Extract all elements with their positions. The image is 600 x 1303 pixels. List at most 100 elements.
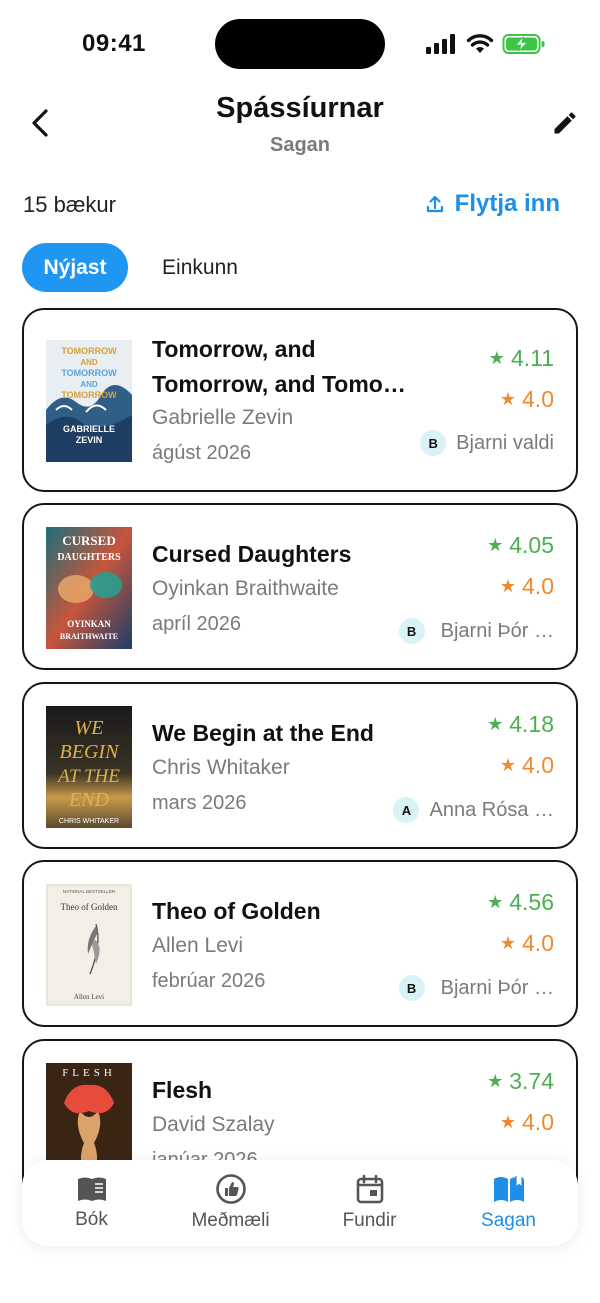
tab-label: Meðmæli	[191, 1210, 270, 1231]
club-rating: ★ 4.0	[500, 752, 554, 779]
edit-button[interactable]	[548, 106, 582, 140]
signal-icon	[426, 34, 455, 54]
chosen-by: B Bjarni valdi	[420, 430, 554, 456]
rating-value: 4.11	[510, 345, 554, 371]
status-icons	[426, 31, 546, 57]
book-title: Tomorrow, and Tomorrow, and Tomo…	[152, 336, 406, 397]
book-cover-image: WE BEGIN AT THE END CHRIS WHITAKER	[46, 706, 132, 828]
book-title: We Begin at the End	[152, 720, 374, 746]
tab-book[interactable]: Bók	[32, 1175, 152, 1231]
dynamic-island	[215, 19, 385, 69]
star-icon: ★	[488, 348, 505, 368]
star-icon: ★	[487, 535, 504, 555]
book-card[interactable]: WE BEGIN AT THE END CHRIS WHITAKER We Be…	[22, 682, 578, 849]
club-rating: ★ 4.0	[500, 930, 554, 957]
club-rating: ★ 4.0	[500, 1109, 554, 1136]
cover-line: CHRIS WHITAKER	[59, 818, 119, 825]
book-icon	[77, 1177, 106, 1201]
cover-line: AT THE	[56, 766, 120, 787]
book-card[interactable]: TOMORROW AND TOMORROW AND TOMORROW GABRI…	[22, 308, 578, 492]
chosen-by: B Bjarni Þór …	[398, 975, 554, 1001]
rating-value: 4.0	[522, 573, 554, 599]
avatar: B	[420, 430, 447, 456]
status-time: 09:41	[82, 30, 146, 57]
rating-value: 4.18	[509, 711, 554, 737]
star-icon: ★	[499, 933, 517, 953]
book-date: ágúst 2026	[152, 442, 251, 464]
tab-history[interactable]: Sagan	[449, 1174, 569, 1232]
community-rating: ★ 4.05	[487, 532, 554, 559]
star-icon: ★	[487, 1071, 504, 1091]
tab-meetings[interactable]: Fundir	[310, 1174, 430, 1232]
wifi-icon	[466, 34, 494, 53]
calendar-icon	[356, 1174, 383, 1204]
book-cover-image: TOMORROW AND TOMORROW AND TOMORROW GABRI…	[46, 340, 132, 462]
cover-line: BRAITHWAITE	[60, 632, 118, 641]
community-rating: ★ 4.18	[487, 711, 554, 738]
tab-bar: Bók Meðmæli Fundir Sagan	[22, 1160, 578, 1246]
avatar: A	[393, 797, 420, 823]
page-title: Spássíurnar	[216, 92, 384, 124]
cover-line: TOMORROW	[61, 390, 117, 400]
rating-value: 4.0	[522, 386, 554, 412]
book-author: Gabrielle Zevin	[152, 406, 294, 429]
book-title: Cursed Daughters	[152, 541, 352, 567]
screen: 09:41 Spássíurnar Sagan 15 bækur Flytja …	[0, 0, 600, 1303]
book-author: David Szalay	[152, 1113, 275, 1136]
star-icon: ★	[487, 714, 504, 734]
book-author: Allen Levi	[152, 934, 244, 957]
cover-line: NATIONAL BESTSELLER	[63, 889, 116, 894]
open-book-icon	[493, 1176, 524, 1202]
rating-value: 3.74	[509, 1068, 554, 1094]
club-rating: ★ 4.0	[500, 386, 554, 413]
book-card[interactable]: NATIONAL BESTSELLER Theo of Golden Allen…	[22, 860, 578, 1027]
rating-value: 4.0	[522, 752, 554, 778]
cover-line: Allen Levi	[74, 993, 104, 1001]
cover-line: GABRIELLE	[63, 424, 115, 434]
star-icon: ★	[499, 389, 517, 409]
book-card[interactable]: CURSED DAUGHTERS OYINKAN BRAITHWAITE Cur…	[22, 503, 578, 670]
cover-line: TOMORROW	[61, 368, 117, 378]
rating-value: 4.56	[509, 889, 554, 915]
cover-line: AND	[80, 358, 98, 367]
book-date: apríl 2026	[152, 613, 241, 635]
import-label: Flytja inn	[454, 190, 560, 217]
tab-label: Bók	[75, 1209, 108, 1230]
tab-label: Fundir	[342, 1210, 397, 1231]
avatar: B	[398, 618, 425, 644]
cover-line: CURSED	[62, 533, 115, 548]
battery-charging-icon	[502, 34, 545, 54]
book-author: Chris Whitaker	[152, 756, 290, 779]
import-button[interactable]: Flytja inn	[425, 190, 560, 218]
book-cover-image: NATIONAL BESTSELLER Theo of Golden Allen…	[46, 884, 132, 1006]
star-icon: ★	[499, 1112, 517, 1132]
tab-recommendations[interactable]: Meðmæli	[171, 1174, 291, 1232]
page-subtitle: Sagan	[269, 134, 331, 156]
rating-value: 4.05	[509, 532, 554, 558]
star-icon: ★	[499, 755, 517, 775]
sort-newest-button[interactable]: Nýjast	[22, 243, 128, 292]
tab-label: Sagan	[481, 1210, 536, 1231]
community-rating: ★ 4.11	[489, 345, 554, 372]
rating-value: 4.0	[522, 930, 554, 956]
cover-line: WE	[75, 717, 104, 739]
chooser-name: Bjarni Þór …	[440, 976, 554, 999]
cover-line: DAUGHTERS	[57, 552, 121, 563]
chooser-name: Anna Rósa …	[429, 798, 554, 821]
book-date: febrúar 2026	[152, 970, 266, 992]
upload-icon	[426, 195, 443, 213]
cover-line: END	[68, 789, 110, 811]
avatar: B	[398, 975, 425, 1001]
cover-line: ZEVIN	[76, 435, 103, 445]
community-rating: ★ 4.56	[487, 889, 554, 916]
rating-value: 4.0	[522, 1109, 554, 1135]
book-title: Flesh	[152, 1077, 213, 1103]
chooser-name: Bjarni Þór …	[440, 619, 554, 642]
club-rating: ★ 4.0	[500, 573, 554, 600]
book-date: mars 2026	[152, 792, 247, 814]
chosen-by: B Bjarni Þór …	[398, 618, 554, 644]
sort-rating-button[interactable]: Einkunn	[150, 243, 250, 292]
community-rating: ★ 3.74	[487, 1068, 554, 1095]
pencil-icon	[554, 112, 576, 134]
book-cover-image: CURSED DAUGHTERS OYINKAN BRAITHWAITE	[46, 527, 132, 649]
